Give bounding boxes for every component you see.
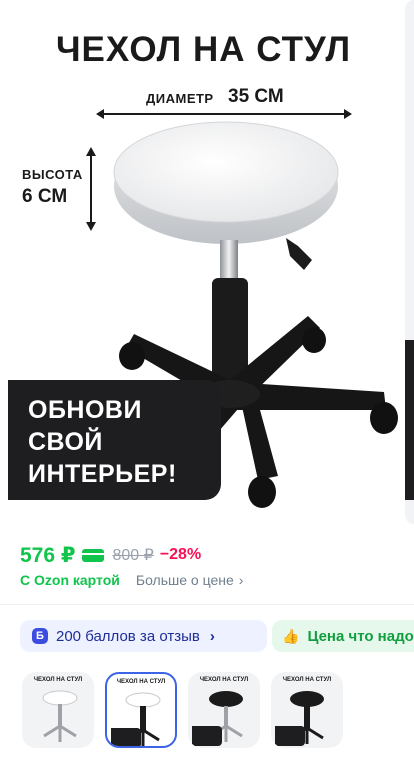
promo-line: ОБНОВИ <box>28 396 142 424</box>
review-bonus-chip[interactable]: Б 200 баллов за отзыв › <box>20 620 267 652</box>
divider <box>0 604 414 605</box>
more-about-price-link[interactable]: Больше о цене <box>136 572 234 588</box>
ozon-card-icon <box>82 548 105 562</box>
chevron-right-icon[interactable]: › <box>239 572 244 588</box>
promo-line: СВОЙ <box>28 428 103 456</box>
bonus-points-icon: Б <box>32 628 48 644</box>
thumbnail-title: ЧЕХОЛ НА СТУЛ <box>33 677 83 683</box>
thumbnail-title: ЧЕХОЛ НА СТУЛ <box>116 679 166 685</box>
height-value: 6 СМ <box>22 186 68 207</box>
thumbnail[interactable]: ЧЕХОЛ НА СТУЛ <box>188 672 260 748</box>
thumbnail[interactable]: ЧЕХОЛ НА СТУЛ <box>271 672 343 748</box>
next-gallery-image[interactable] <box>405 0 414 524</box>
thumbnail-promo <box>192 726 222 746</box>
thumbnail-promo <box>275 726 305 746</box>
diameter-value: 35 СМ <box>228 86 284 107</box>
thumbnail-title: ЧЕХОЛ НА СТУЛ <box>199 677 249 683</box>
ozon-card-label[interactable]: С Ozon картой <box>20 572 120 588</box>
thumbnail-active[interactable]: ЧЕХОЛ НА СТУЛ <box>105 672 177 748</box>
chevron-right-icon: › <box>209 627 215 645</box>
good-price-text: Цена что надо <box>307 627 414 645</box>
hero-title: ЧЕХОЛ НА СТУЛ <box>55 30 352 69</box>
diameter-label: ДИАМЕТР <box>146 91 214 106</box>
height-label: ВЫСОТА <box>22 167 83 182</box>
price-row: 576 ₽ 800 ₽ −28% <box>20 542 201 568</box>
thumbnail[interactable]: ЧЕХОЛ НА СТУЛ <box>22 672 94 748</box>
white-seat-icon <box>42 690 78 742</box>
diameter-arrow-icon <box>96 109 352 119</box>
promo-banner: ОБНОВИ СВОЙ ИНТЕРЬЕР! <box>8 380 221 500</box>
height-arrow-icon <box>86 147 96 231</box>
thumbnail-title: ЧЕХОЛ НА СТУЛ <box>282 677 332 683</box>
current-price: 576 ₽ <box>20 543 76 567</box>
thumbnail-promo <box>111 728 141 746</box>
price-details-row: С Ozon картой Больше о цене › <box>20 572 243 588</box>
old-price: 800 ₽ <box>112 547 154 564</box>
discount-badge: −28% <box>159 546 202 563</box>
promo-line: ИНТЕРЬЕР! <box>28 460 177 488</box>
good-price-chip[interactable]: 👍 Цена что надо <box>272 620 414 652</box>
product-image-gallery[interactable]: ЧЕХОЛ НА СТУЛ ДИАМЕТР 35 СМ ВЫСОТА 6 СМ <box>8 0 399 524</box>
review-bonus-text: 200 баллов за отзыв <box>56 627 200 645</box>
thumbs-up-icon: 👍 <box>282 627 300 644</box>
